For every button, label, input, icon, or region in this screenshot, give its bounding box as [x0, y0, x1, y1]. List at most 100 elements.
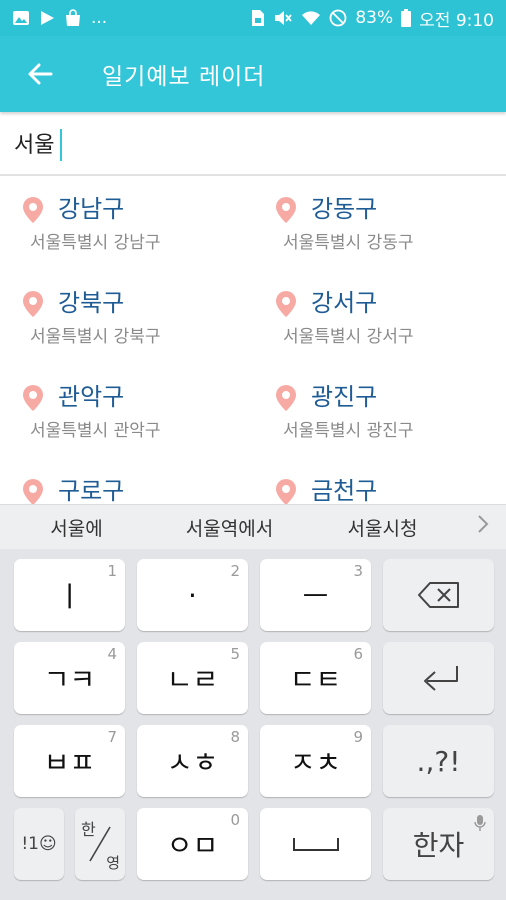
result-subtitle: 서울특별시 광진구 — [283, 421, 414, 441]
more-dots-icon: ... — [91, 8, 108, 28]
suggestion-3[interactable]: 서울시청 — [306, 514, 459, 541]
key-number: 8 — [230, 728, 240, 746]
key-ㄷㅌ[interactable]: ㄷㅌ 6 — [260, 642, 371, 714]
result-text: 강서구서울특별시 강서구 — [283, 286, 414, 380]
result-name: 광진구 — [311, 383, 378, 411]
enter-key[interactable] — [383, 642, 494, 714]
symbol-key[interactable]: !1☺ — [14, 808, 64, 880]
result-item[interactable]: 구로구 — [0, 474, 253, 504]
battery-icon — [401, 9, 412, 27]
wifi-icon — [301, 9, 321, 27]
results-grid: 강남구 서울특별시 강남구 강동구 서울특별시 강동구 강북구 서울특별시 강북구 강서구 서… — [0, 178, 506, 504]
key-label: .,?! — [416, 744, 461, 778]
result-name: 관악구 — [58, 383, 125, 411]
app-bar: 일기예보 레이더 — [0, 36, 506, 112]
enter-icon — [423, 666, 458, 691]
key-label: ㅅㅎ — [166, 746, 219, 779]
battery-percent: 83% — [355, 8, 394, 28]
result-name: 강동구 — [311, 195, 378, 223]
key-dot[interactable]: · 2 — [137, 559, 248, 631]
chevron-right-icon[interactable] — [459, 514, 506, 540]
result-name: 구로구 — [58, 477, 125, 504]
mute-icon — [273, 9, 293, 27]
space-key[interactable] — [260, 808, 371, 880]
key-ㅣ[interactable]: ㅣ 1 — [14, 559, 125, 631]
result-subtitle: 서울특별시 강남구 — [30, 233, 161, 253]
play-store-icon — [39, 10, 55, 26]
key-number: 9 — [353, 728, 363, 746]
key-label: ㄱㅋ — [43, 663, 96, 696]
result-item[interactable]: 강북구서울특별시 강북구 — [0, 286, 253, 380]
clock: 오전 9:10 — [419, 10, 494, 31]
location-pin-icon — [23, 197, 43, 223]
result-subtitle: 서울특별시 강서구 — [283, 327, 414, 347]
key-number: 3 — [353, 562, 363, 580]
key-ㅇㅁ[interactable]: ㅇㅁ 0 — [137, 808, 248, 880]
image-icon — [12, 10, 30, 26]
backspace-icon — [417, 582, 459, 608]
result-item[interactable]: 광진구서울특별시 광진구 — [253, 380, 506, 474]
key-label: · — [188, 578, 197, 612]
keyboard: ㅣ 1 · 2 ㅡ 3 ㄱㅋ 4 ㄴㄹ 5 ㄷㅌ 6 ㅂㅍ 7 ㅅㅎ 8 ㅈㅊ … — [0, 549, 506, 900]
suggestion-1[interactable]: 서울에 — [0, 514, 153, 541]
key-number: 5 — [230, 645, 240, 663]
back-arrow-icon — [28, 63, 53, 85]
result-name: 강북구 — [58, 289, 125, 317]
key-label: ㅡ — [302, 580, 329, 613]
key-number: 7 — [107, 728, 117, 746]
punctuation-key[interactable]: .,?! — [383, 725, 494, 797]
result-text: 구로구 — [58, 474, 124, 504]
result-subtitle: 서울특별시 관악구 — [30, 421, 161, 441]
result-text: 강북구서울특별시 강북구 — [30, 286, 161, 380]
language-toggle-key[interactable]: 한 영 — [75, 808, 125, 880]
location-pin-icon — [23, 479, 43, 504]
space-icon — [292, 838, 339, 851]
key-ㅈㅊ[interactable]: ㅈㅊ 9 — [260, 725, 371, 797]
search-bar — [0, 112, 506, 176]
result-text: 관악구서울특별시 관악구 — [30, 380, 161, 474]
system-icons: 83% 오전 9:10 — [251, 6, 494, 31]
key-number: 1 — [107, 562, 117, 580]
key-label: ㅈㅊ — [289, 746, 342, 779]
result-item[interactable]: 강동구서울특별시 강동구 — [253, 192, 506, 286]
backspace-key[interactable] — [383, 559, 494, 631]
result-item[interactable]: 강서구서울특별시 강서구 — [253, 286, 506, 380]
results-list: 강남구 서울특별시 강남구 강동구 서울특별시 강동구 강북구 서울특별시 강북구 강서구 서… — [0, 178, 506, 504]
hanja-key[interactable]: 한자 — [383, 808, 494, 880]
location-pin-icon — [276, 197, 296, 223]
search-input[interactable] — [14, 130, 484, 156]
do-not-disturb-icon — [329, 9, 347, 27]
back-button[interactable] — [0, 36, 80, 112]
sim-icon — [251, 9, 265, 27]
notification-icons: ... — [12, 8, 107, 28]
suggestion-2[interactable]: 서울역에서 — [153, 514, 306, 541]
location-pin-icon — [23, 385, 43, 411]
key-ㄱㅋ[interactable]: ㄱㅋ 4 — [14, 642, 125, 714]
microphone-icon — [474, 815, 486, 831]
result-item[interactable]: 금천구 — [253, 474, 506, 504]
result-item[interactable]: 관악구서울특별시 관악구 — [0, 380, 253, 474]
key-number: 4 — [107, 645, 117, 663]
result-item[interactable]: 강남구 서울특별시 강남구 — [0, 192, 253, 286]
key-number: 2 — [230, 562, 240, 580]
result-name: 강서구 — [311, 289, 378, 317]
key-label: ㄴㄹ — [166, 663, 219, 696]
key-label: ㄷㅌ — [289, 663, 342, 696]
result-subtitle: 서울특별시 강동구 — [283, 233, 414, 253]
suggestion-strip: 서울에 서울역에서 서울시청 — [0, 504, 506, 549]
key-ㅂㅍ[interactable]: ㅂㅍ 7 — [14, 725, 125, 797]
key-number: 6 — [353, 645, 363, 663]
key-ㅡ[interactable]: ㅡ 3 — [260, 559, 371, 631]
key-label: ㅇㅁ — [166, 829, 219, 862]
key-label: ㅂㅍ — [43, 746, 96, 779]
text-cursor — [60, 129, 62, 161]
result-subtitle: 서울특별시 강북구 — [30, 327, 161, 347]
result-text: 강남구 서울특별시 강남구 — [30, 192, 161, 286]
key-ㅅㅎ[interactable]: ㅅㅎ 8 — [137, 725, 248, 797]
result-text: 강동구서울특별시 강동구 — [283, 192, 414, 286]
page-title: 일기예보 레이더 — [102, 64, 266, 90]
key-ㄴㄹ[interactable]: ㄴㄹ 5 — [137, 642, 248, 714]
result-name: 금천구 — [311, 477, 378, 504]
result-text: 금천구 — [311, 474, 377, 504]
bag-icon — [64, 9, 82, 27]
